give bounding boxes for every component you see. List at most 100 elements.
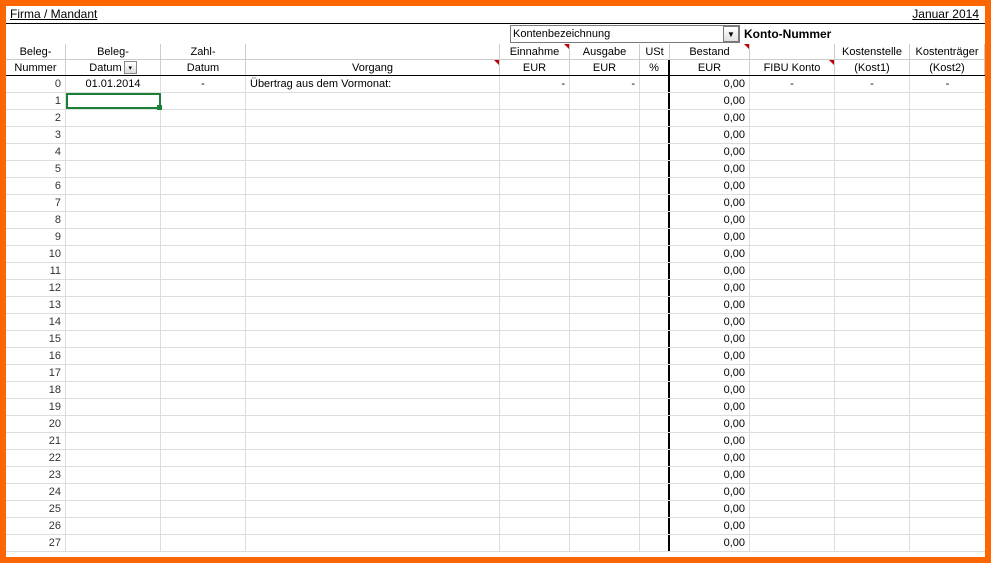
cell-kost1[interactable] (835, 297, 910, 313)
cell-beleg-datum[interactable] (66, 229, 161, 245)
cell-beleg-datum[interactable] (66, 416, 161, 432)
cell-beleg-datum[interactable] (66, 331, 161, 347)
cell-fibu[interactable] (750, 229, 835, 245)
cell-zahl-datum[interactable] (161, 280, 246, 296)
cell-kost1[interactable] (835, 93, 910, 109)
cell-ausgabe[interactable] (570, 399, 640, 415)
cell-ust[interactable] (640, 110, 670, 126)
cell-einnahme[interactable] (500, 450, 570, 466)
cell-zahl-datum[interactable] (161, 110, 246, 126)
cell-row-number[interactable]: 16 (6, 348, 66, 364)
cell-fibu[interactable] (750, 535, 835, 551)
cell-kost2[interactable] (910, 280, 985, 296)
cell-kost1[interactable] (835, 263, 910, 279)
cell-kost1[interactable] (835, 144, 910, 160)
cell-ust[interactable] (640, 76, 670, 92)
table-row[interactable]: 210,00 (6, 433, 985, 450)
cell-beleg-datum[interactable] (66, 161, 161, 177)
cell-zahl-datum[interactable] (161, 450, 246, 466)
cell-beleg-datum[interactable] (66, 93, 161, 109)
cell-zahl-datum[interactable] (161, 501, 246, 517)
cell-row-number[interactable]: 25 (6, 501, 66, 517)
cell-beleg-datum[interactable] (66, 518, 161, 534)
cell-vorgang[interactable] (246, 110, 500, 126)
cell-ust[interactable] (640, 263, 670, 279)
cell-beleg-datum[interactable] (66, 450, 161, 466)
cell-row-number[interactable]: 23 (6, 467, 66, 483)
cell-einnahme[interactable] (500, 433, 570, 449)
cell-fibu[interactable] (750, 263, 835, 279)
cell-zahl-datum[interactable] (161, 127, 246, 143)
cell-einnahme[interactable] (500, 416, 570, 432)
cell-einnahme[interactable] (500, 399, 570, 415)
table-row[interactable]: 130,00 (6, 297, 985, 314)
cell-kost1[interactable] (835, 110, 910, 126)
cell-kost1[interactable] (835, 535, 910, 551)
cell-fibu[interactable] (750, 314, 835, 330)
cell-kost2[interactable] (910, 178, 985, 194)
cell-kost2[interactable] (910, 212, 985, 228)
cell-kost2[interactable] (910, 382, 985, 398)
table-row[interactable]: 110,00 (6, 263, 985, 280)
cell-row-number[interactable]: 24 (6, 484, 66, 500)
cell-einnahme[interactable] (500, 144, 570, 160)
cell-bestand[interactable]: 0,00 (670, 144, 750, 160)
table-row[interactable]: 220,00 (6, 450, 985, 467)
cell-ausgabe[interactable] (570, 518, 640, 534)
cell-ust[interactable] (640, 144, 670, 160)
cell-zahl-datum[interactable] (161, 178, 246, 194)
cell-bestand[interactable]: 0,00 (670, 93, 750, 109)
cell-kost2[interactable] (910, 399, 985, 415)
cell-ust[interactable] (640, 348, 670, 364)
cell-ausgabe[interactable] (570, 365, 640, 381)
cell-ausgabe[interactable] (570, 416, 640, 432)
table-row[interactable]: 270,00 (6, 535, 985, 552)
cell-vorgang[interactable] (246, 501, 500, 517)
cell-zahl-datum[interactable] (161, 246, 246, 262)
cell-kost1[interactable] (835, 365, 910, 381)
cell-einnahme[interactable] (500, 382, 570, 398)
cell-fibu[interactable] (750, 348, 835, 364)
cell-ausgabe[interactable] (570, 382, 640, 398)
cell-fibu[interactable] (750, 433, 835, 449)
cell-bestand[interactable]: 0,00 (670, 280, 750, 296)
cell-row-number[interactable]: 10 (6, 246, 66, 262)
cell-vorgang[interactable] (246, 246, 500, 262)
cell-ausgabe[interactable] (570, 93, 640, 109)
cell-zahl-datum[interactable] (161, 314, 246, 330)
cell-row-number[interactable]: 15 (6, 331, 66, 347)
cell-zahl-datum[interactable] (161, 212, 246, 228)
cell-vorgang[interactable] (246, 467, 500, 483)
cell-ausgabe[interactable] (570, 246, 640, 262)
filter-dropdown-icon[interactable]: ▾ (124, 61, 137, 74)
cell-bestand[interactable]: 0,00 (670, 161, 750, 177)
cell-ausgabe[interactable] (570, 178, 640, 194)
cell-bestand[interactable]: 0,00 (670, 314, 750, 330)
cell-kost1[interactable] (835, 416, 910, 432)
cell-beleg-datum[interactable] (66, 246, 161, 262)
cell-beleg-datum[interactable]: 01.01.2014 (66, 76, 161, 92)
chevron-down-icon[interactable]: ▼ (723, 26, 739, 42)
cell-ausgabe[interactable] (570, 195, 640, 211)
cell-fibu[interactable] (750, 331, 835, 347)
cell-ust[interactable] (640, 484, 670, 500)
cell-vorgang[interactable] (246, 314, 500, 330)
cell-fibu[interactable] (750, 365, 835, 381)
table-row[interactable]: 40,00 (6, 144, 985, 161)
cell-row-number[interactable]: 3 (6, 127, 66, 143)
cell-beleg-datum[interactable] (66, 365, 161, 381)
cell-einnahme[interactable] (500, 246, 570, 262)
cell-row-number[interactable]: 0 (6, 76, 66, 92)
cell-ust[interactable] (640, 280, 670, 296)
cell-ust[interactable] (640, 246, 670, 262)
cell-ust[interactable] (640, 399, 670, 415)
cell-beleg-datum[interactable] (66, 280, 161, 296)
cell-kost2[interactable] (910, 263, 985, 279)
cell-row-number[interactable]: 1 (6, 93, 66, 109)
cell-fibu[interactable] (750, 144, 835, 160)
cell-zahl-datum[interactable] (161, 161, 246, 177)
cell-einnahme[interactable] (500, 195, 570, 211)
cell-ust[interactable] (640, 535, 670, 551)
cell-bestand[interactable]: 0,00 (670, 229, 750, 245)
cell-kost2[interactable] (910, 195, 985, 211)
